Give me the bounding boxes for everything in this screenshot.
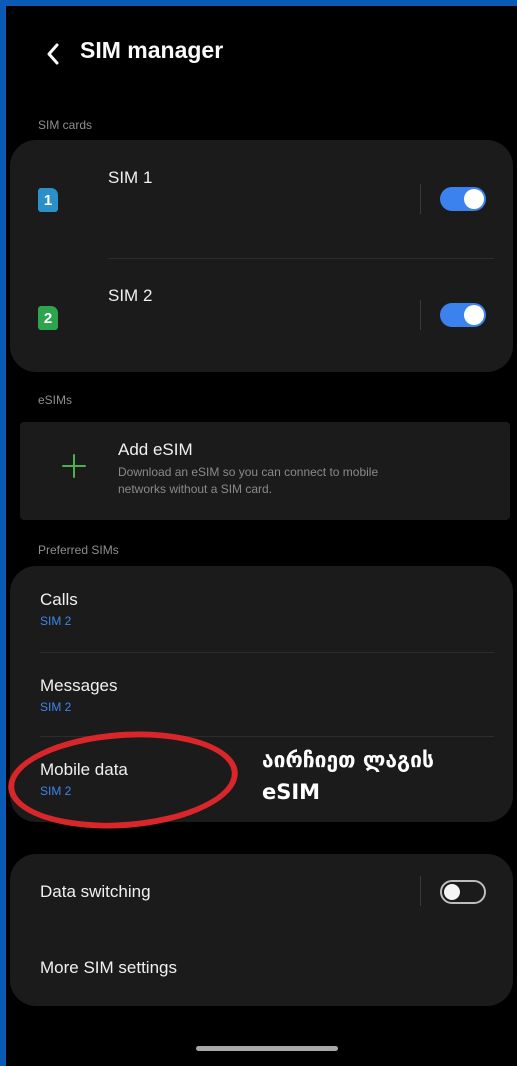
- add-esim-row[interactable]: Add eSIM Download an eSIM so you can con…: [20, 422, 510, 520]
- toggle-knob: [444, 884, 460, 900]
- sim-2-icon: 2: [38, 306, 58, 330]
- data-switching-toggle[interactable]: [440, 880, 486, 904]
- messages-title: Messages: [40, 676, 118, 695]
- sim-1-name: SIM 1: [108, 168, 153, 187]
- sim-1-toggle[interactable]: [440, 187, 486, 211]
- chevron-left-icon: [47, 43, 59, 65]
- more-settings-card: Data switching More SIM settings: [10, 854, 513, 1006]
- divider: [40, 652, 494, 653]
- app-bar: SIM manager: [6, 28, 517, 80]
- more-sim-settings-row[interactable]: More SIM settings: [10, 932, 513, 1006]
- toggle-knob: [464, 189, 484, 209]
- plus-icon: [62, 454, 86, 478]
- section-label-sim-cards: SIM cards: [38, 118, 93, 132]
- sim-1-icon: 1: [38, 188, 58, 212]
- add-esim-description: Download an eSIM so you can connect to m…: [118, 464, 378, 498]
- vertical-divider: [420, 300, 421, 330]
- page-title: SIM manager: [80, 37, 224, 63]
- sim-cards-card: 1 SIM 1 2 SIM 2: [10, 140, 513, 372]
- add-esim-title: Add eSIM: [118, 440, 193, 459]
- sim-2-toggle[interactable]: [440, 303, 486, 327]
- sim-2-name: SIM 2: [108, 286, 153, 305]
- vertical-divider: [420, 876, 421, 906]
- back-button[interactable]: [36, 34, 70, 74]
- messages-value: SIM 2: [40, 700, 72, 714]
- annotation-line-1: აირჩიეთ ლაგის: [262, 748, 434, 772]
- toggle-knob: [464, 305, 484, 325]
- sim-manager-screen: SIM manager SIM cards 1 SIM 1 2 SIM 2 eS…: [6, 6, 517, 1066]
- more-sim-settings-title: More SIM settings: [40, 958, 177, 977]
- vertical-divider: [420, 184, 421, 214]
- annotation-text: აირჩიეთ ლაგის eSIM: [262, 744, 512, 808]
- calls-value: SIM 2: [40, 614, 72, 628]
- home-indicator: [196, 1046, 338, 1051]
- sim-row-2[interactable]: 2 SIM 2: [10, 258, 513, 372]
- data-switching-title: Data switching: [40, 882, 151, 901]
- annotation-line-2: eSIM: [262, 780, 321, 804]
- add-esim-description-line-1: Download an eSIM so you can connect to m…: [118, 465, 379, 479]
- section-label-preferred: Preferred SIMs: [38, 543, 119, 557]
- calls-title: Calls: [40, 590, 78, 609]
- data-switching-row[interactable]: Data switching: [10, 854, 513, 932]
- preferred-calls-row[interactable]: Calls SIM 2: [10, 566, 513, 650]
- section-label-esims: eSIMs: [38, 393, 73, 407]
- sim-row-1[interactable]: 1 SIM 1: [10, 140, 513, 256]
- add-esim-description-line-2: networks without a SIM card.: [118, 482, 273, 496]
- preferred-messages-row[interactable]: Messages SIM 2: [10, 654, 513, 736]
